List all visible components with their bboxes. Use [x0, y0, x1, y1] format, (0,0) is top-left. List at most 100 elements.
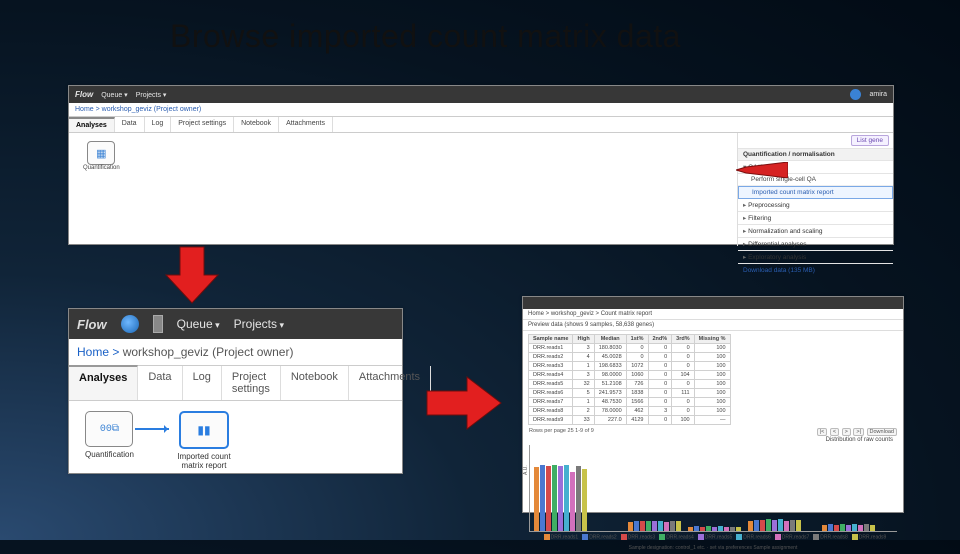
tab-notebook[interactable]: Notebook	[234, 117, 279, 132]
bar	[558, 466, 563, 531]
tab-attachments[interactable]: Attachments	[349, 366, 431, 400]
table-row[interactable]: DRR.reads53251.210872600100	[529, 380, 731, 389]
breadcrumb[interactable]: Home > workshop_geviz (Project owner)	[69, 339, 402, 366]
list-gene-button[interactable]: List gene	[851, 135, 889, 146]
table-row[interactable]: DRR.reads65241.957318380111100	[529, 389, 731, 398]
pager-last-button[interactable]: >|	[853, 428, 864, 436]
table-row[interactable]: DRR.reads31198.6833107200100	[529, 362, 731, 371]
bar	[772, 520, 777, 531]
table-header: 2nd%	[648, 335, 672, 344]
bar	[546, 466, 551, 531]
legend-swatch	[775, 534, 781, 540]
legend-label: DRR.reads1	[551, 534, 579, 540]
callout-arrow-icon	[736, 162, 788, 178]
legend-swatch	[582, 534, 588, 540]
tab-project-settings[interactable]: Project settings	[171, 117, 234, 132]
bar	[730, 527, 735, 531]
bar	[640, 521, 645, 531]
pipeline-canvas[interactable]: ▦ Quantification	[69, 133, 738, 246]
pager-first-button[interactable]: |<	[817, 428, 828, 436]
top-bar-zoom: Flow Queue Projects	[69, 309, 402, 339]
menu-projects[interactable]: Projects ▾	[136, 91, 167, 99]
bar	[570, 472, 575, 531]
table-row[interactable]: DRR.reads7148.7530156600100	[529, 398, 731, 407]
node-quantification[interactable]: ▦ Quantification	[83, 141, 120, 171]
legend-label: DRR.reads5	[705, 534, 733, 540]
panel-report: Home > workshop_geviz > Count matrix rep…	[522, 296, 904, 513]
menu-queue[interactable]: Queue	[177, 317, 220, 331]
menu-projects[interactable]: Projects	[234, 317, 284, 331]
section-filtering[interactable]: Filtering	[738, 212, 893, 225]
legend-swatch	[698, 534, 704, 540]
slide-title: Browse imported count matrix data	[170, 18, 681, 55]
bar	[748, 521, 753, 531]
legend-label: DRR.reads4	[666, 534, 694, 540]
bar	[846, 525, 851, 531]
legend-label: DRR.reads3	[628, 534, 656, 540]
download-button[interactable]: Download	[867, 428, 897, 436]
table-row[interactable]: DRR.reads4398.000010600104100	[529, 371, 731, 380]
bar	[784, 521, 789, 531]
tab-data[interactable]: Data	[115, 117, 145, 132]
barchart-icon: ▮▮	[197, 423, 210, 437]
matrix-icon: ▦	[96, 147, 106, 160]
bar	[840, 524, 845, 531]
top-bar-report	[523, 297, 903, 309]
tab-data[interactable]: Data	[138, 366, 182, 400]
brand-logo: Flow	[77, 317, 107, 332]
bar	[864, 524, 869, 531]
tab-notebook[interactable]: Notebook	[281, 366, 349, 400]
download-data-link[interactable]: Download data (135 MB)	[738, 264, 893, 277]
breadcrumb[interactable]: Home > workshop_geviz (Project owner)	[69, 103, 893, 117]
section-exploratory[interactable]: Exploratory analysis	[738, 251, 893, 264]
bar	[534, 467, 539, 531]
table-row[interactable]: DRR.reads2445.0028000100	[529, 353, 731, 362]
table-row[interactable]: DRR.reads8278.000046230100	[529, 407, 731, 416]
breadcrumb[interactable]: Home > workshop_geviz > Count matrix rep…	[523, 309, 903, 320]
bar	[576, 466, 581, 531]
chart-title: Distribution of raw counts	[523, 435, 903, 445]
bar	[796, 520, 801, 531]
tab-analyses[interactable]: Analyses	[69, 117, 115, 132]
legend-swatch	[736, 534, 742, 540]
bar	[658, 521, 663, 531]
opt-count-matrix-report[interactable]: Imported count matrix report	[738, 186, 893, 199]
bar	[646, 521, 651, 531]
tab-analyses[interactable]: Analyses	[69, 365, 138, 400]
table-header: 1st%	[626, 335, 648, 344]
bar	[582, 469, 587, 531]
pager-prev-button[interactable]: <	[830, 428, 839, 436]
pipeline-canvas[interactable]: 00⧉ Quantification ▮▮ Imported count mat…	[69, 401, 402, 485]
table-header: Median	[594, 335, 626, 344]
bar	[754, 520, 759, 531]
brand-logo: Flow	[75, 90, 93, 99]
bar	[628, 522, 633, 531]
bar	[634, 521, 639, 531]
avatar[interactable]	[850, 89, 861, 100]
report-subtitle: Preview data (shows 9 samples, 58,638 ge…	[523, 320, 903, 331]
pager-next-button[interactable]: >	[842, 428, 851, 436]
chart-legend: DRR.reads1DRR.reads2DRR.reads3DRR.reads4…	[523, 532, 903, 543]
legend-label: DRR.reads7	[782, 534, 810, 540]
tab-attachments[interactable]: Attachments	[279, 117, 333, 132]
username[interactable]: amira	[869, 91, 887, 98]
table-row[interactable]: DRR.reads13180.8030000100	[529, 344, 731, 353]
bar	[766, 519, 771, 531]
bar	[688, 527, 693, 531]
section-diff-analyses[interactable]: Differential analyses	[738, 238, 893, 251]
tab-log[interactable]: Log	[145, 117, 172, 132]
node-report[interactable]: ▮▮ Imported count matrix report	[169, 411, 239, 471]
table-row[interactable]: DRR.reads933227.041290100—	[529, 416, 731, 425]
bar	[670, 521, 675, 531]
bar	[822, 525, 827, 531]
bar	[760, 520, 765, 531]
menu-queue[interactable]: Queue ▾	[101, 91, 127, 99]
section-normalization[interactable]: Normalization and scaling	[738, 225, 893, 238]
bar	[852, 524, 857, 531]
crumb-home[interactable]: Home	[77, 345, 109, 359]
node-quantification[interactable]: 00⧉ Quantification	[85, 411, 134, 460]
tab-project-settings[interactable]: Project settings	[222, 366, 281, 400]
legend-swatch	[813, 534, 819, 540]
section-preprocessing[interactable]: Preprocessing	[738, 199, 893, 212]
tab-log[interactable]: Log	[183, 366, 222, 400]
